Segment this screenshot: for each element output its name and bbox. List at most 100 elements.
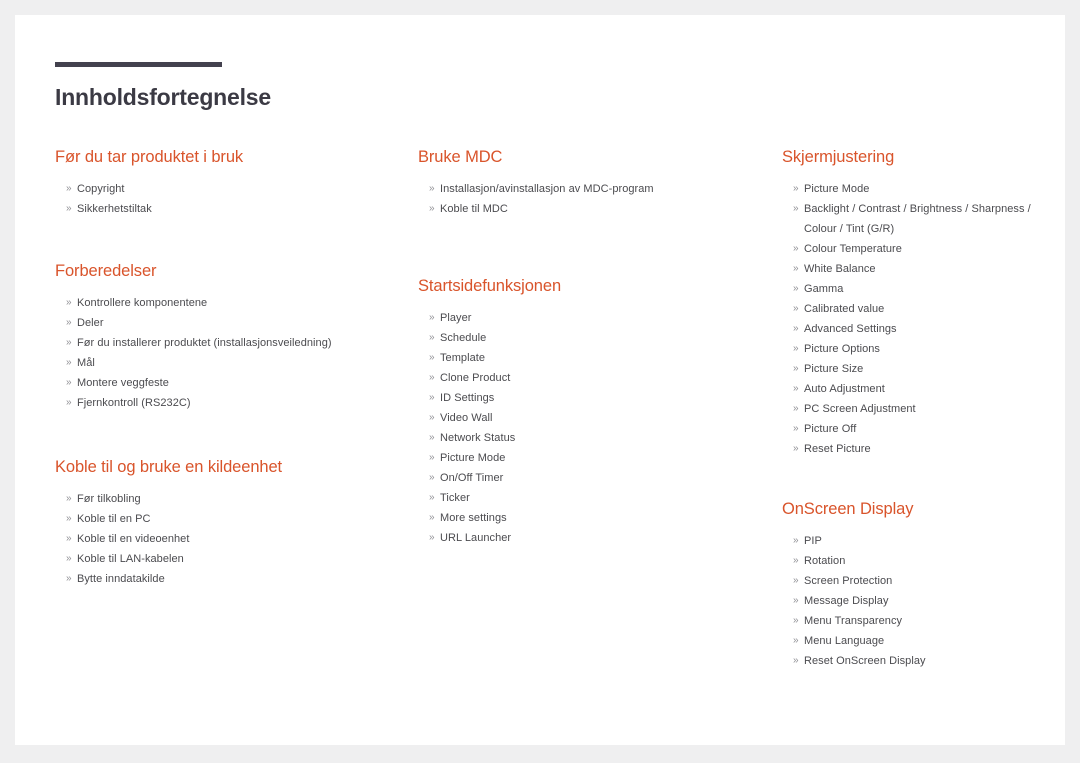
toc-section: Koble til og bruke en kildeenhet » Før til… — [55, 456, 385, 589]
double-chevron-bullet-icon: » — [793, 443, 799, 454]
toc-entry-label: URL Launcher — [440, 532, 512, 544]
toc-entry-label: Deler — [77, 317, 104, 329]
toc-entry[interactable]: » Reset Picture — [782, 439, 1057, 459]
toc-entry[interactable]: » Message Display — [782, 591, 1057, 611]
toc-section-heading[interactable]: Bruke MDC — [418, 146, 768, 168]
toc-entry[interactable]: » Menu Transparency — [782, 611, 1057, 631]
toc-column-3: Skjermjustering » Picture Mode » Backlight /… — [782, 146, 1057, 671]
toc-entry[interactable]: » On/Off Timer — [418, 468, 768, 488]
toc-entry-label: Template — [440, 352, 486, 364]
toc-entry[interactable]: » Picture Options — [782, 339, 1057, 359]
toc-entry[interactable]: » Montere veggfeste — [55, 373, 385, 393]
toc-entry[interactable]: » URL Launcher — [418, 528, 768, 548]
toc-entry[interactable]: » Deler — [55, 313, 385, 333]
toc-list: » Installasjon/avinstallasjon av MDC-prog… — [418, 179, 768, 219]
toc-entry-label: Bytte inndatakilde — [77, 573, 165, 585]
toc-column-1: Før du tar produktet i bruk » Copyright » Si… — [55, 146, 385, 589]
double-chevron-bullet-icon: » — [793, 263, 799, 274]
toc-entry[interactable]: » Video Wall — [418, 408, 768, 428]
toc-entry[interactable]: » Schedule — [418, 328, 768, 348]
toc-section-heading[interactable]: Før du tar produktet i bruk — [55, 146, 385, 168]
toc-list: » Copyright » Sikkerhetstiltak — [55, 179, 385, 219]
toc-entry[interactable]: » Player — [418, 308, 768, 328]
double-chevron-bullet-icon: » — [429, 372, 435, 383]
toc-entry[interactable]: » PIP — [782, 531, 1057, 551]
toc-entry[interactable]: » Screen Protection — [782, 571, 1057, 591]
toc-section-heading[interactable]: Skjermjustering — [782, 146, 1057, 168]
toc-entry-label: Video Wall — [440, 412, 493, 424]
toc-entry[interactable]: » Koble til MDC — [418, 199, 768, 219]
toc-entry[interactable]: » Sikkerhetstiltak — [55, 199, 385, 219]
double-chevron-bullet-icon: » — [793, 363, 799, 374]
toc-entry[interactable]: » Copyright — [55, 179, 385, 199]
toc-entry[interactable]: » Koble til en videoenhet — [55, 529, 385, 549]
toc-entry[interactable]: » Picture Mode — [418, 448, 768, 468]
toc-entry[interactable]: » Auto Adjustment — [782, 379, 1057, 399]
toc-entry[interactable]: » PC Screen Adjustment — [782, 399, 1057, 419]
toc-entry-label: Reset OnScreen Display — [804, 655, 926, 667]
toc-entry[interactable]: » Ticker — [418, 488, 768, 508]
toc-entry[interactable]: » Kontrollere komponentene — [55, 293, 385, 313]
double-chevron-bullet-icon: » — [429, 332, 435, 343]
toc-entry-label: Picture Size — [804, 363, 864, 375]
toc-entry-label: Network Status — [440, 432, 516, 444]
double-chevron-bullet-icon: » — [429, 352, 435, 363]
toc-entry[interactable]: » Installasjon/avinstallasjon av MDC-prog… — [418, 179, 768, 199]
toc-entry[interactable]: » Reset OnScreen Display — [782, 651, 1057, 671]
double-chevron-bullet-icon: » — [66, 357, 72, 368]
double-chevron-bullet-icon: » — [66, 183, 72, 194]
toc-section-heading[interactable]: OnScreen Display — [782, 498, 1057, 520]
double-chevron-bullet-icon: » — [66, 377, 72, 388]
double-chevron-bullet-icon: » — [793, 403, 799, 414]
double-chevron-bullet-icon: » — [66, 397, 72, 408]
toc-entry-label: More settings — [440, 512, 507, 524]
toc-entry[interactable]: » Bytte inndatakilde — [55, 569, 385, 589]
toc-section-heading[interactable]: Forberedelser — [55, 260, 385, 282]
toc-entry-label: Schedule — [440, 332, 487, 344]
toc-entry[interactable]: » Calibrated value — [782, 299, 1057, 319]
toc-entry[interactable]: » Clone Product — [418, 368, 768, 388]
toc-entry[interactable]: » Menu Language — [782, 631, 1057, 651]
toc-entry[interactable]: » Koble til en PC — [55, 509, 385, 529]
double-chevron-bullet-icon: » — [793, 635, 799, 646]
toc-entry[interactable]: » Picture Mode — [782, 179, 1057, 199]
toc-entry[interactable]: » Backlight / Contrast / Brightness / Sha… — [782, 199, 1057, 239]
double-chevron-bullet-icon: » — [793, 575, 799, 586]
toc-entry[interactable]: » Network Status — [418, 428, 768, 448]
double-chevron-bullet-icon: » — [793, 243, 799, 254]
double-chevron-bullet-icon: » — [66, 513, 72, 524]
toc-entry[interactable]: » Picture Size — [782, 359, 1057, 379]
toc-entry[interactable]: » Template — [418, 348, 768, 368]
toc-columns: Før du tar produktet i bruk » Copyright » Si… — [15, 15, 1065, 745]
toc-section-heading[interactable]: Startsidefunksjonen — [418, 275, 768, 297]
toc-list: » Player» Schedule» Template» Clone Product»… — [418, 308, 768, 548]
toc-entry[interactable]: » Gamma — [782, 279, 1057, 299]
double-chevron-bullet-icon: » — [429, 472, 435, 483]
toc-entry-label: ID Settings — [440, 392, 495, 404]
toc-entry[interactable]: » ID Settings — [418, 388, 768, 408]
double-chevron-bullet-icon: » — [793, 383, 799, 394]
toc-entry[interactable]: » Før tilkobling — [55, 489, 385, 509]
double-chevron-bullet-icon: » — [66, 203, 72, 214]
toc-entry[interactable]: » Advanced Settings — [782, 319, 1057, 339]
double-chevron-bullet-icon: » — [429, 183, 435, 194]
double-chevron-bullet-icon: » — [429, 512, 435, 523]
toc-entry[interactable]: » White Balance — [782, 259, 1057, 279]
double-chevron-bullet-icon: » — [793, 183, 799, 194]
toc-section-heading[interactable]: Koble til og bruke en kildeenhet — [55, 456, 385, 478]
toc-entry-label: Picture Options — [804, 343, 880, 355]
toc-entry[interactable]: » Mål — [55, 353, 385, 373]
double-chevron-bullet-icon: » — [66, 493, 72, 504]
toc-section: Forberedelser » Kontrollere komponentene » D… — [55, 260, 385, 413]
toc-entry-label: Gamma — [804, 283, 844, 295]
toc-entry[interactable]: » Før du installerer produktet (installas… — [55, 333, 385, 353]
toc-list: » Kontrollere komponentene » Deler » Før du i… — [55, 293, 385, 413]
toc-entry[interactable]: » Colour Temperature — [782, 239, 1057, 259]
toc-entry-label: Menu Transparency — [804, 615, 903, 627]
toc-entry[interactable]: » Picture Off — [782, 419, 1057, 439]
toc-entry[interactable]: » More settings — [418, 508, 768, 528]
toc-section: Bruke MDC » Installasjon/avinstallasjon av… — [418, 146, 768, 219]
toc-entry[interactable]: » Koble til LAN-kabelen — [55, 549, 385, 569]
toc-entry[interactable]: » Fjernkontroll (RS232C) — [55, 393, 385, 413]
toc-entry[interactable]: » Rotation — [782, 551, 1057, 571]
